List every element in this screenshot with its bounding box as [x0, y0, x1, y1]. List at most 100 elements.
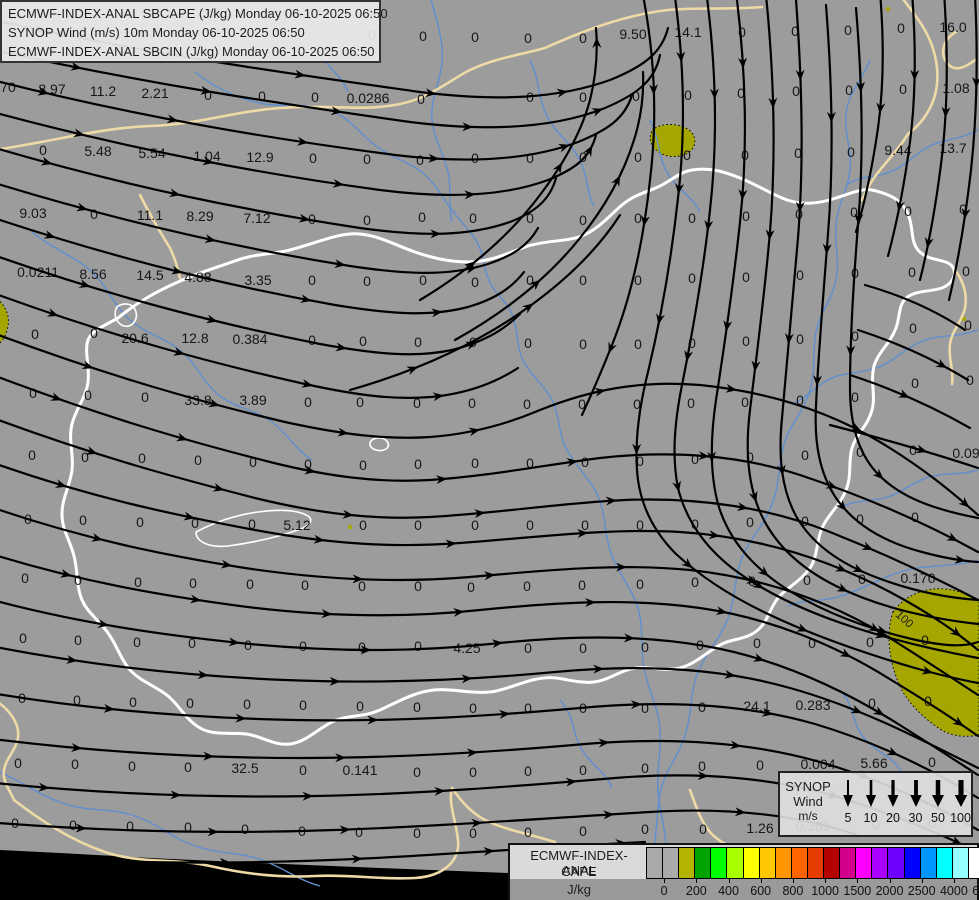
cape-color-bar	[646, 847, 979, 879]
cape-tick-label: 800	[782, 884, 804, 898]
wind-speed-label: 50	[931, 811, 945, 825]
station-value: 0	[844, 22, 852, 38]
down-arrow-icon	[909, 780, 922, 807]
station-value: 0	[301, 577, 309, 593]
station-value: 0	[683, 147, 691, 163]
station-value: 0	[579, 30, 587, 46]
cape-tick-label: 2500	[907, 884, 936, 898]
station-value: 0	[355, 824, 363, 840]
down-arrow-icon	[887, 780, 899, 807]
station-value: 0	[14, 755, 22, 771]
station-value: 0	[359, 333, 367, 349]
station-value: 0	[866, 634, 874, 650]
station-value: 12.8	[181, 330, 208, 346]
cape-tick	[825, 878, 827, 883]
station-value: 0	[363, 273, 371, 289]
station-value: 0	[243, 696, 251, 712]
station-value: 0	[796, 331, 804, 347]
station-value: 0	[309, 150, 317, 166]
station-value: 0	[469, 764, 477, 780]
station-value: 0	[803, 572, 811, 588]
station-value: 0	[128, 758, 136, 774]
station-value: 0	[698, 758, 706, 774]
station-value: 0	[746, 514, 754, 530]
cape-tick	[953, 878, 955, 883]
station-value: 0.09	[952, 445, 979, 461]
station-value: 0	[84, 387, 92, 403]
wind-legend-scale: 5 10 20 30 50 100	[836, 773, 971, 835]
station-value: 0	[792, 83, 800, 99]
station-value: 0	[414, 638, 422, 654]
station-value: 0	[691, 574, 699, 590]
station-value: 0	[74, 572, 82, 588]
wind-legend-subtitle: Wind	[793, 794, 823, 809]
station-value: 0	[928, 754, 936, 770]
wind-legend-title: SYNOP	[785, 779, 831, 794]
station-value: 14.5	[136, 267, 163, 283]
station-value: 0	[688, 270, 696, 286]
station-value: 0	[742, 269, 750, 285]
cape-color-cell	[936, 848, 953, 878]
weather-map-app: 000009.5014.1000016.0708.9711.22.210000.…	[0, 0, 979, 900]
cape-tick	[857, 878, 859, 883]
down-arrow-icon	[865, 780, 876, 807]
cape-color-cell	[824, 848, 841, 878]
cape-color-cell	[807, 848, 825, 878]
station-value: 0	[524, 30, 532, 46]
station-value: 0	[241, 821, 249, 837]
cape-color-cell	[791, 848, 808, 878]
station-value: 0	[28, 447, 36, 463]
station-value: 0	[962, 263, 970, 279]
station-value: 0	[524, 824, 532, 840]
station-value: 0	[579, 272, 587, 288]
wind-legend-unit: m/s	[798, 809, 818, 823]
station-value: 0	[19, 630, 27, 646]
station-value: 0	[526, 150, 534, 166]
cape-tick	[921, 878, 923, 883]
station-value: 0	[31, 326, 39, 342]
down-arrow-icon	[843, 780, 853, 807]
station-value: 0	[416, 152, 424, 168]
station-value: 0	[469, 700, 477, 716]
station-value: 0	[363, 151, 371, 167]
station-value: 0	[641, 700, 649, 716]
station-value: 0	[581, 454, 589, 470]
station-value: 0	[756, 757, 764, 773]
wind-speed-label: 100	[950, 811, 971, 825]
station-value: 0	[641, 639, 649, 655]
cape-tick-label: 2000	[875, 884, 904, 898]
station-value: 0	[413, 699, 421, 715]
station-value: 0	[524, 700, 532, 716]
station-value: 11.2	[90, 83, 116, 99]
station-value: 0	[133, 634, 141, 650]
wind-legend-titles: SYNOP Wind m/s	[780, 773, 836, 835]
station-value: 0	[796, 267, 804, 283]
station-value: 0	[29, 385, 37, 401]
station-value: 0	[246, 576, 254, 592]
cape-legend-unit: J/kg	[567, 882, 591, 897]
station-value: 0	[634, 336, 642, 352]
station-value: 0	[308, 332, 316, 348]
cape-legend-parameter: CAPE	[561, 864, 597, 879]
wind-speed-label: 20	[886, 811, 900, 825]
station-value: 0	[578, 577, 586, 593]
cape-color-cell	[679, 848, 696, 878]
station-value: 9.50	[619, 26, 646, 42]
cape-tick	[696, 878, 698, 883]
cape-color-cell	[695, 848, 712, 878]
station-value: 0	[136, 514, 144, 530]
station-value: 0	[141, 389, 149, 405]
station-value: 0	[356, 698, 364, 714]
station-value: 0	[414, 334, 422, 350]
station-value: 0	[634, 149, 642, 165]
station-value: 0	[359, 457, 367, 473]
station-value: 0	[579, 823, 587, 839]
station-value: 0	[299, 697, 307, 713]
station-value: 0	[69, 817, 77, 833]
station-value: 0	[899, 81, 907, 97]
station-value: 0	[419, 272, 427, 288]
station-value: 0	[299, 638, 307, 654]
cape-tick-label: 1000	[811, 884, 839, 898]
station-value: 0.384	[232, 331, 267, 347]
station-value: 0	[579, 762, 587, 778]
